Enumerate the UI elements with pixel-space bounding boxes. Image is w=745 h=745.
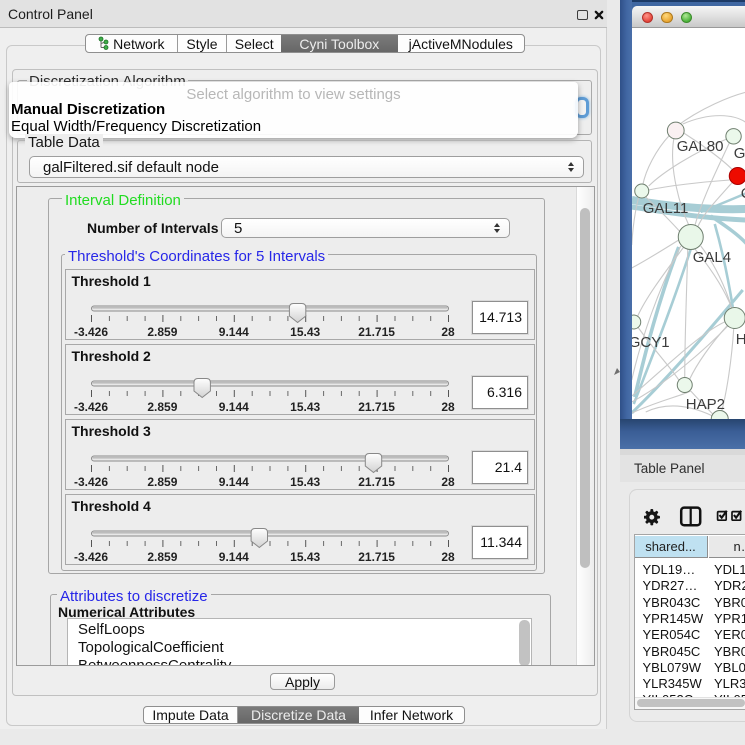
svg-text:GCY1: GCY1 (632, 334, 670, 351)
svg-text:GAL11: GAL11 (642, 200, 688, 217)
svg-text:GAL80: GAL80 (676, 138, 723, 155)
svg-text:HAP2: HAP2 (685, 396, 724, 413)
svg-text:G: G (733, 145, 745, 162)
svg-text:GAL4: GAL4 (692, 249, 730, 266)
svg-text:C: C (740, 185, 745, 202)
svg-text:H: H (735, 331, 745, 348)
